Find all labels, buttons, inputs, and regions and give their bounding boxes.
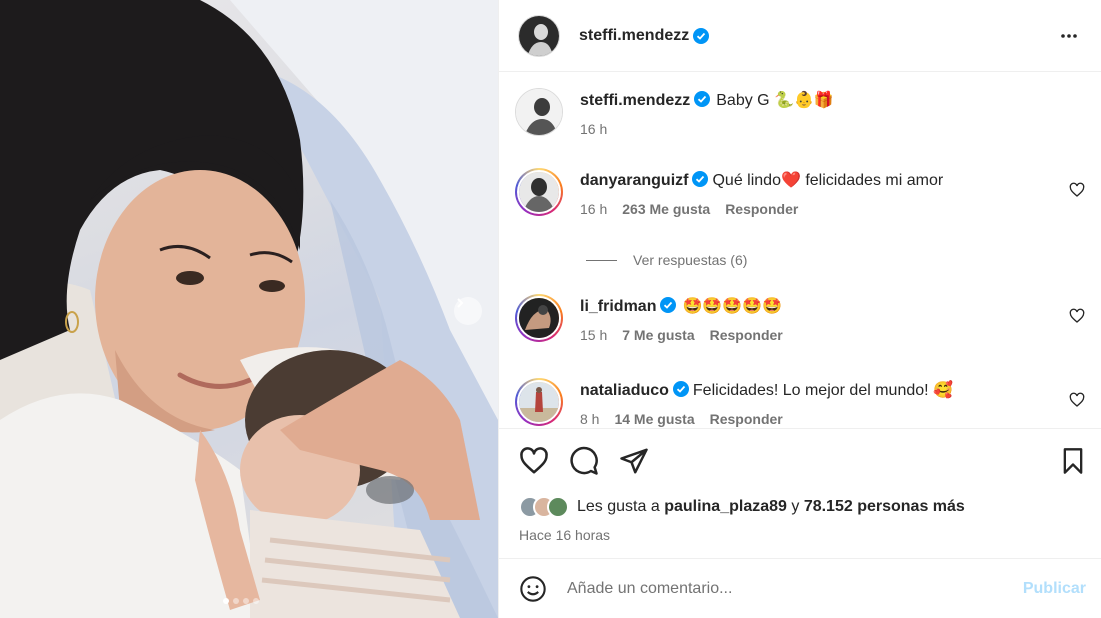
comment-like-icon[interactable] [1069, 392, 1085, 408]
likes-others[interactable]: 78.152 personas más [804, 498, 965, 516]
comment-time: 8 h [580, 411, 600, 427]
like-icon[interactable] [519, 446, 549, 476]
comments-list[interactable]: steffi.mendezz Baby G 🐍👶🎁 16 h danyarangu… [499, 72, 1101, 428]
more-options-icon[interactable] [1057, 24, 1081, 48]
comment-likes[interactable]: 14 Me gusta [614, 411, 694, 427]
reply-button[interactable]: Responder [710, 327, 783, 343]
carousel-next-button[interactable] [454, 297, 482, 325]
comment-input[interactable] [567, 579, 997, 598]
view-replies-button[interactable]: Ver respuestas (6) [586, 252, 747, 268]
chevron-right-icon [457, 298, 464, 308]
post-header: steffi.mendezz [499, 0, 1101, 72]
replies-divider [586, 259, 617, 261]
comment-text: Felicidades! Lo mejor del mundo! [692, 382, 929, 399]
carousel-dot [253, 598, 259, 604]
comment-like-icon[interactable] [1069, 308, 1085, 324]
likes-user[interactable]: paulina_plaza89 [664, 498, 787, 516]
author-avatar[interactable] [515, 88, 563, 136]
verified-badge-icon [692, 171, 709, 187]
caption-emoji: 🐍👶🎁 [774, 92, 834, 109]
comment-time: 16 h [580, 201, 608, 217]
comment-text: Qué lindo [712, 172, 781, 189]
likes-conj: y [791, 498, 800, 515]
post-panel: steffi.mendezz steffi.mendezz Baby G 🐍👶🎁 … [498, 0, 1101, 618]
post-actions: Les gusta a paulina_plaza89 y 78.152 per… [499, 428, 1101, 559]
carousel-dot [243, 598, 249, 604]
carousel-indicator [223, 598, 259, 604]
comment-username[interactable]: nataliaduco [580, 382, 669, 399]
carousel-dot [233, 598, 239, 604]
comment-like-icon[interactable] [1069, 182, 1085, 198]
publish-button[interactable]: Publicar [1023, 580, 1086, 598]
bookmark-icon[interactable] [1059, 446, 1087, 476]
emoji-picker-icon[interactable] [519, 575, 547, 603]
comment-row: danyaranguizf Qué lindo❤️ felicidades mi … [515, 168, 1085, 217]
share-icon[interactable] [619, 446, 649, 476]
verified-badge-icon [672, 381, 689, 397]
hearts-face-emoji: 🥰 [933, 382, 953, 399]
comment-likes[interactable]: 7 Me gusta [622, 327, 694, 343]
comment-username[interactable]: danyaranguizf [580, 172, 688, 189]
add-comment-bar: Publicar [499, 559, 1101, 618]
comment-text-tail: felicidades mi amor [800, 172, 944, 189]
comment-likes[interactable]: 263 Me gusta [622, 201, 710, 217]
post-photo[interactable] [0, 0, 498, 618]
caption-text: Baby G [716, 92, 770, 109]
view-replies-label: Ver respuestas (6) [633, 252, 748, 268]
comment-row: li_fridman 🤩🤩🤩🤩🤩 15 h 7 Me gusta Responde… [515, 294, 1085, 343]
caption-row: steffi.mendezz Baby G 🐍👶🎁 16 h [515, 88, 1085, 137]
verified-badge-icon [660, 297, 677, 313]
likes-prefix: Les gusta a [577, 498, 660, 515]
heart-emoji: ❤️ [780, 172, 801, 189]
post-timestamp: Hace 16 horas [519, 527, 611, 543]
caption-time: 16 h [580, 121, 608, 137]
caption-username[interactable]: steffi.mendezz [580, 92, 690, 109]
likes-summary[interactable]: Les gusta a paulina_plaza89 y 78.152 per… [519, 496, 965, 518]
author-avatar[interactable] [518, 14, 560, 57]
comment-time: 15 h [580, 327, 608, 343]
liker-avatar [547, 496, 569, 518]
photo-illustration [0, 0, 498, 618]
commenter-avatar[interactable] [515, 168, 563, 216]
verified-badge-icon [694, 91, 711, 107]
commenter-avatar[interactable] [515, 294, 563, 342]
verified-badge-icon [693, 27, 710, 44]
reply-button[interactable]: Responder [710, 411, 783, 427]
comment-row: nataliaduco Felicidades! Lo mejor del mun… [515, 378, 1085, 427]
commenter-avatar[interactable] [515, 378, 563, 426]
author-username[interactable]: steffi.mendezz [579, 27, 689, 45]
comment-icon[interactable] [569, 446, 599, 476]
carousel-dot [223, 598, 229, 604]
star-struck-emojis: 🤩🤩🤩🤩🤩 [682, 298, 783, 315]
comment-username[interactable]: li_fridman [580, 298, 656, 315]
likers-avatars [519, 496, 569, 518]
reply-button[interactable]: Responder [725, 201, 798, 217]
